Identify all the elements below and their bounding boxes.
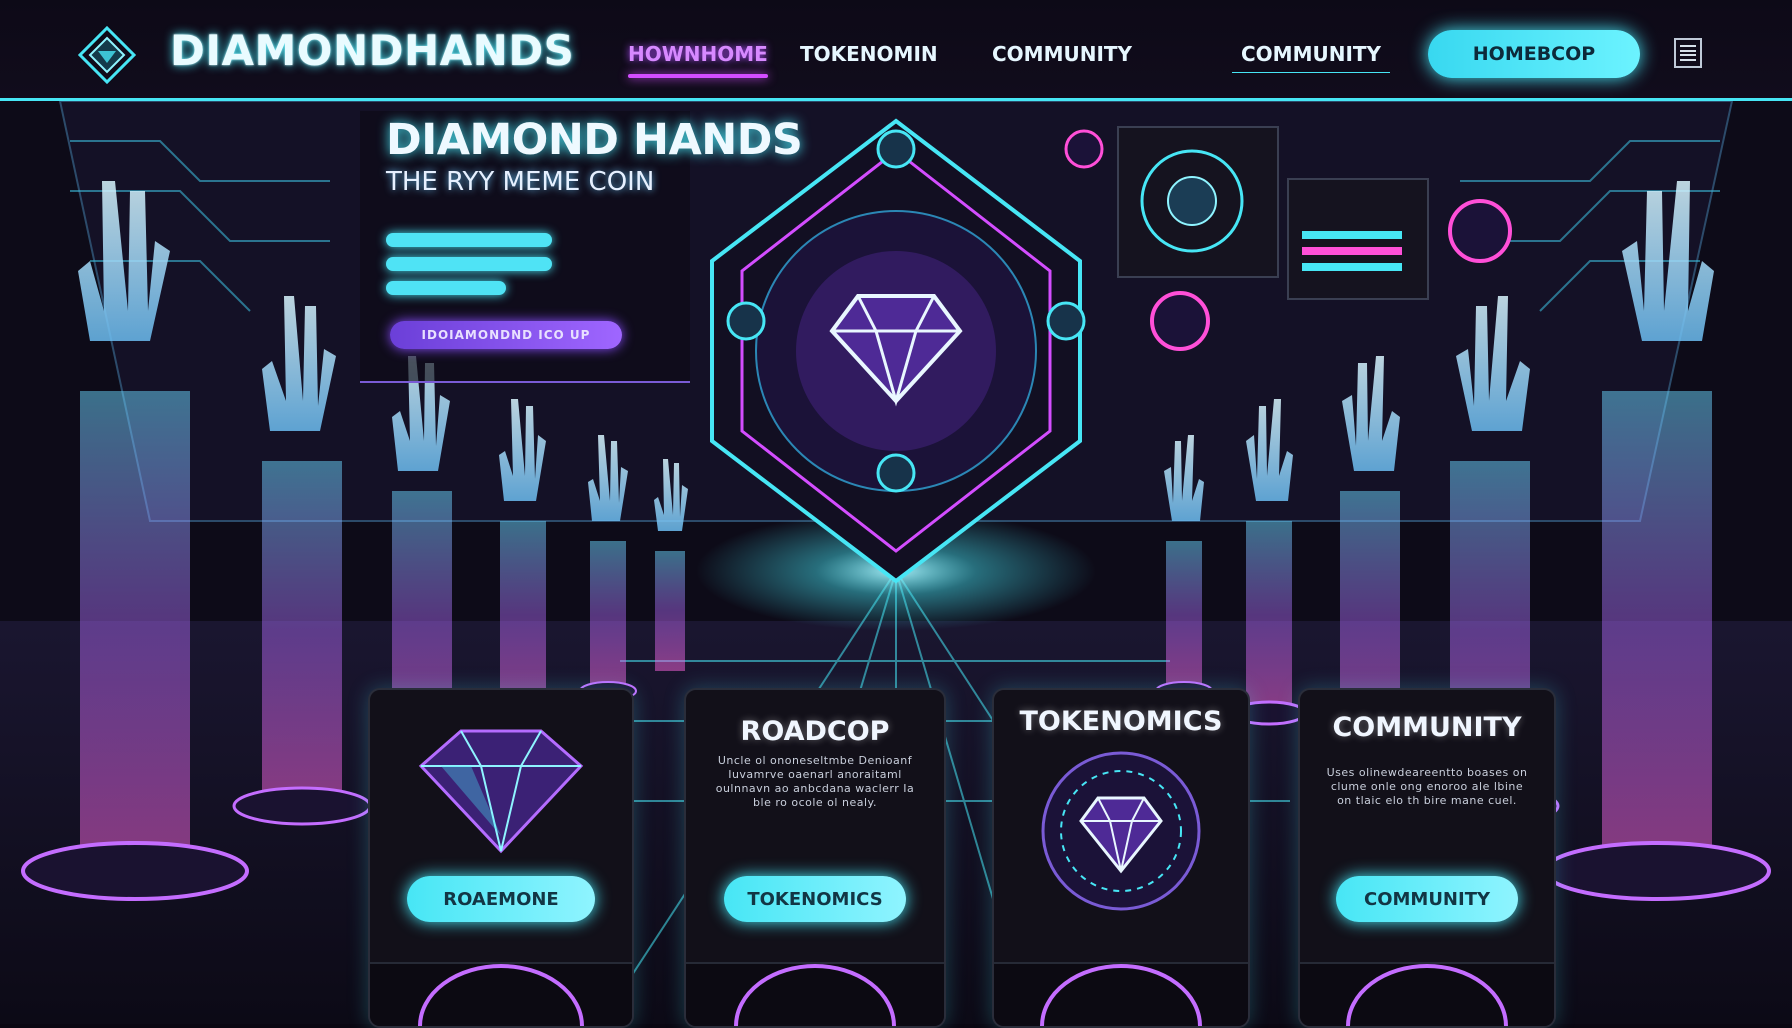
card-footer xyxy=(1300,962,1554,1026)
hero-text-line xyxy=(386,257,552,271)
card-tokenomics-title: TOKENOMICS xyxy=(1019,706,1223,737)
card-home-button[interactable]: ROAEMONE xyxy=(407,876,595,922)
card-footer xyxy=(994,962,1248,1026)
diamond-logo-icon[interactable] xyxy=(78,26,136,84)
nav-link-community-outlined[interactable]: COMMUNITY xyxy=(1232,36,1390,73)
hero-text-line xyxy=(386,281,506,295)
card-footer-arc xyxy=(418,964,584,1026)
hamburger-menu-icon[interactable] xyxy=(1674,38,1702,68)
nav-cta-button[interactable]: HOMEBCOP xyxy=(1428,30,1640,78)
card-roadmap-title: ROADCOP xyxy=(740,716,890,747)
card-roadmap-text: Uncle ol ononeseltmbe Denioanf Iuvamrve … xyxy=(715,754,915,809)
nav-link-tokenomics[interactable]: TOKENOMIN xyxy=(800,42,938,66)
hero-subtitle: THE RYY MEME COIN xyxy=(386,167,655,197)
card-tokenomics-button[interactable]: TOKENOMICS xyxy=(724,876,906,922)
card-community-title: COMMUNITY xyxy=(1332,712,1522,743)
diamond-icon xyxy=(1041,751,1201,911)
card-community-text: Uses olinewdeareentto boases on clume on… xyxy=(1326,766,1528,807)
hero-signup-button[interactable]: IDOIAMONDND ICO UP xyxy=(390,321,622,349)
brand-name[interactable]: DIAMONDHANDS xyxy=(170,26,574,75)
feature-card-home: ROAEMONE xyxy=(368,688,634,1028)
card-footer-arc xyxy=(1346,964,1508,1026)
feature-card-roadmap: ROADCOP Uncle ol ononeseltmbe Denioanf I… xyxy=(684,688,946,1028)
top-nav-bar: DIAMONDHANDS HOWNHOME TOKENOMIN COMMUNIT… xyxy=(0,0,1792,101)
diamond-icon xyxy=(418,729,584,854)
feature-card-tokenomics: TOKENOMICS xyxy=(992,688,1250,1028)
card-footer xyxy=(686,962,944,1026)
feature-card-community: COMMUNITY Uses olinewdeareentto boases o… xyxy=(1298,688,1556,1028)
hero-text-line xyxy=(386,233,552,247)
hero-title: DIAMOND HANDS xyxy=(386,115,803,165)
card-footer-arc xyxy=(1040,964,1202,1026)
card-footer xyxy=(370,962,632,1026)
nav-link-community[interactable]: COMMUNITY xyxy=(992,42,1132,66)
nav-link-home[interactable]: HOWNHOME xyxy=(628,42,768,78)
card-community-button[interactable]: COMMUNITY xyxy=(1336,876,1518,922)
card-footer-arc xyxy=(734,964,896,1026)
